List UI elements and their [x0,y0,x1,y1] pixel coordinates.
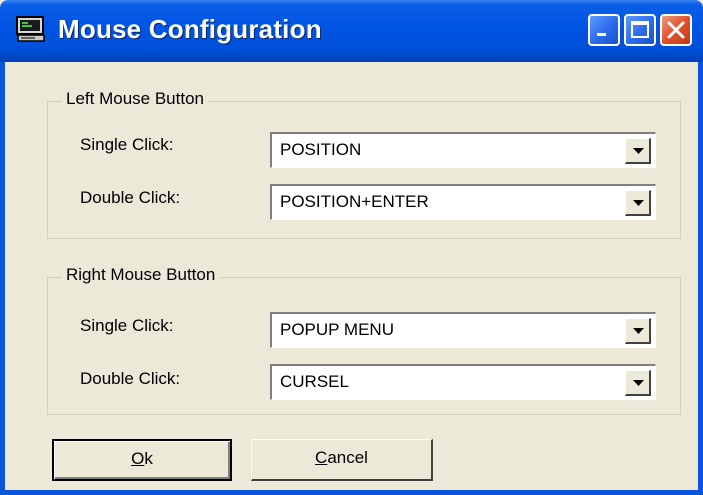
chevron-down-icon [633,328,644,334]
group-legend: Left Mouse Button [62,89,208,109]
maximize-button[interactable] [624,14,656,46]
right-double-click-select[interactable]: CURSEL [270,364,656,400]
close-icon [667,21,685,39]
left-single-click-value: POSITION [280,140,362,159]
cancel-mnemonic: C [315,448,328,467]
dropdown-button[interactable] [625,370,651,396]
group-legend: Right Mouse Button [62,265,220,285]
chevron-down-icon [633,148,644,154]
cancel-button[interactable]: Cancel [251,439,433,481]
right-single-click-select[interactable]: POPUP MENU [270,312,656,348]
chevron-down-icon [633,380,644,386]
dropdown-button[interactable] [625,318,651,344]
window-frame-left [0,62,5,495]
window-frame-bottom [0,490,703,495]
right-double-click-label: Double Click: [80,369,181,388]
window-title: Mouse Configuration [58,14,322,44]
right-single-click-label: Single Click: [80,316,174,335]
computer-monitor-icon [16,16,45,42]
window-frame-right [698,62,703,495]
left-double-click-label: Double Click: [80,188,181,207]
dropdown-button[interactable] [625,190,651,216]
close-button[interactable] [660,14,692,46]
dropdown-button[interactable] [625,138,651,164]
ok-mnemonic: O [131,449,145,468]
chevron-down-icon [633,200,644,206]
cancel-label-rest: ancel [327,448,368,467]
left-single-click-label: Single Click: [80,135,174,154]
left-single-click-select[interactable]: POSITION [270,132,656,168]
right-single-click-value: POPUP MENU [280,320,394,339]
minimize-button[interactable] [588,14,620,46]
left-double-click-value: POSITION+ENTER [280,192,429,211]
right-double-click-value: CURSEL [280,372,349,391]
ok-button[interactable]: Ok [52,439,232,481]
mouse-configuration-dialog: Mouse Configuration Left Mouse Button Si… [0,0,703,495]
minimize-icon [597,33,606,36]
left-double-click-select[interactable]: POSITION+ENTER [270,184,656,220]
ok-label-rest: k [144,449,153,468]
maximize-icon [631,21,649,38]
title-bar[interactable]: Mouse Configuration [0,0,703,62]
